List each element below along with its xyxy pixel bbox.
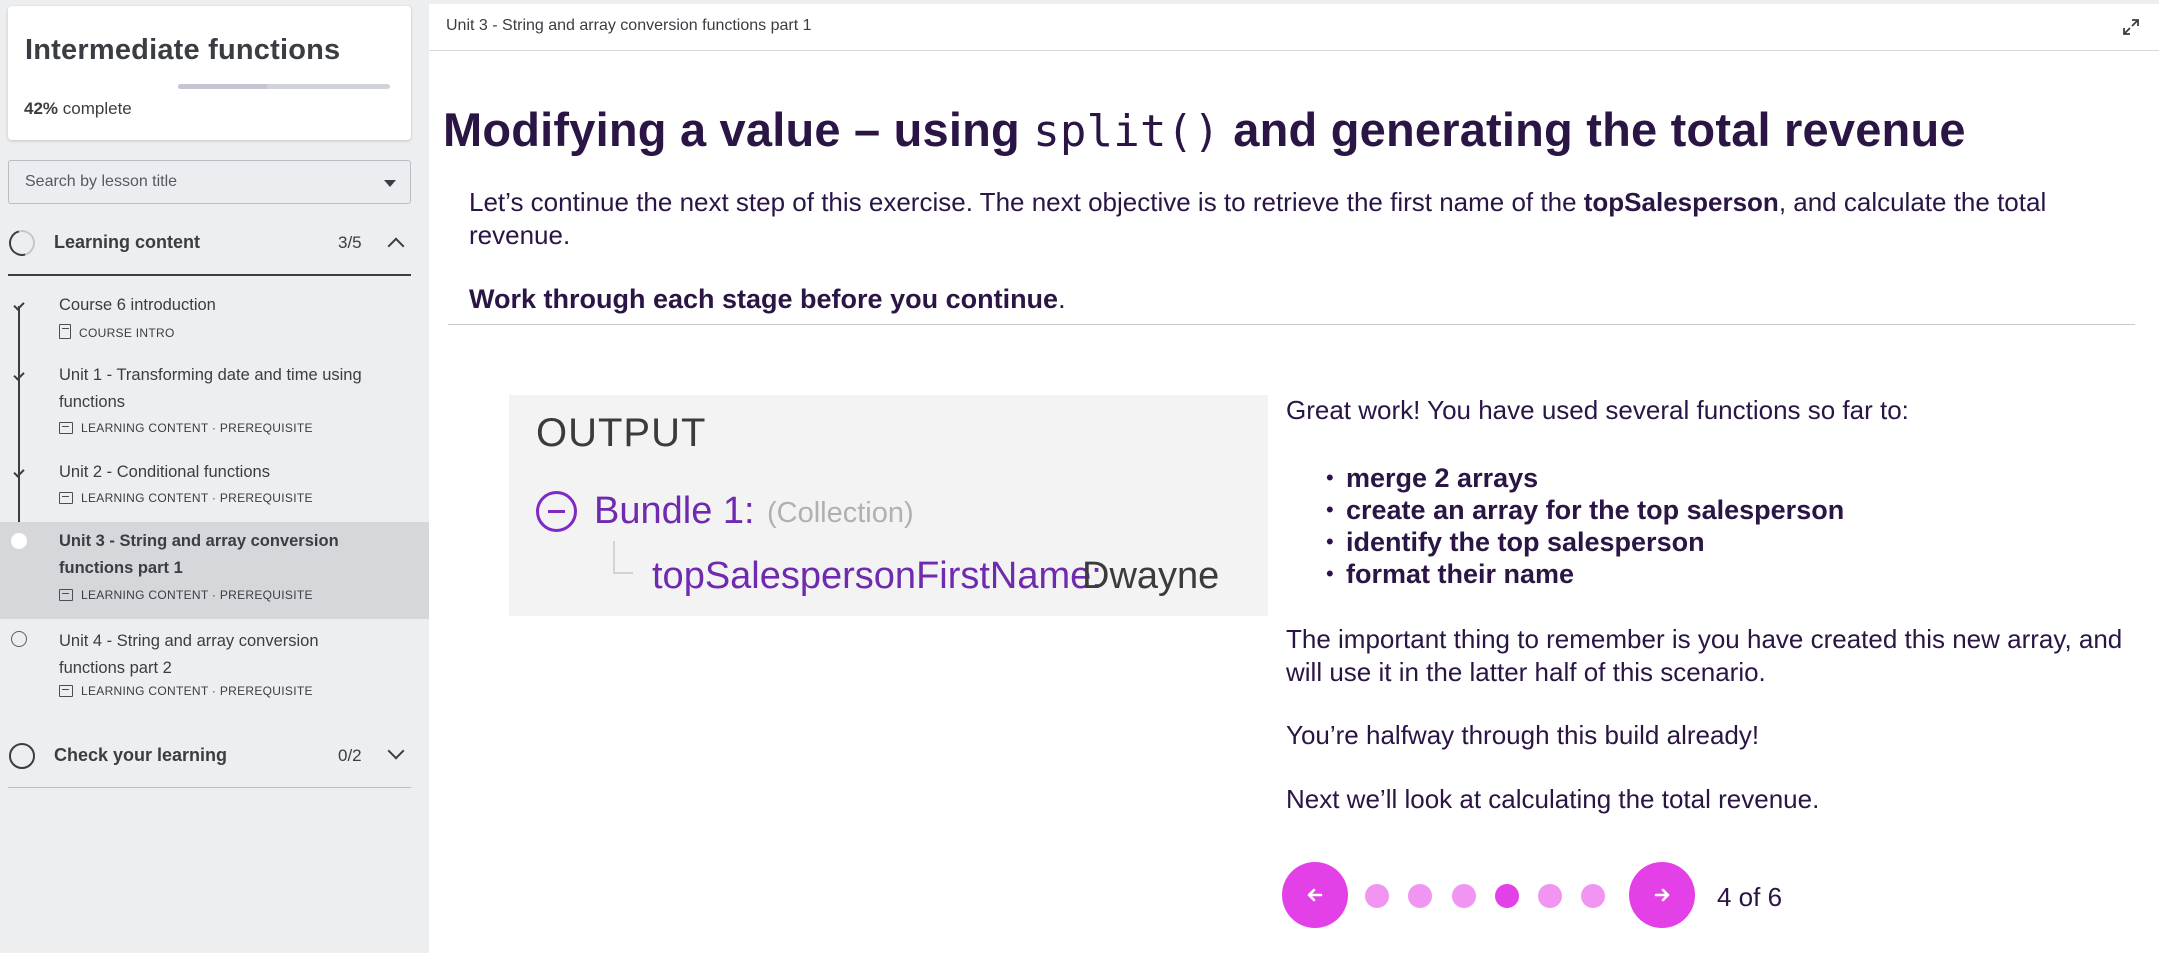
summary-intro-wrap: Great work! You have used several functi… [1286,394,2146,427]
output-label: OUTPUT [536,411,707,455]
intro-paragraph: Let’s continue the next step of this exe… [469,186,2139,252]
pager-count: 4 of 6 [1717,882,1783,912]
pager-dot-6[interactable] [1581,884,1605,908]
lesson-item-course-intro[interactable]: Course 6 introduction COURSE INTRO [0,292,429,348]
chevron-down-icon [387,742,405,760]
lesson-title: Unit 2 - Conditional functions [59,463,270,481]
important-paragraph: The important thing to remember is you h… [1286,624,2123,687]
list-item: format their name [1286,558,1844,590]
course-card: Intermediate functions 42% complete [8,6,411,140]
expand-icon[interactable] [2121,17,2141,37]
arrow-left-icon [1307,888,1323,902]
section-check-your-learning[interactable]: Check your learning 0/2 [0,731,411,783]
intro-pre: Let’s continue the next step of this exe… [469,187,1584,217]
list-item: create an array for the top salesperson [1286,494,1844,526]
section-label: Check your learning [54,745,228,765]
stage-note-text: Work through each stage before you conti… [469,284,1059,314]
page-title: Modifying a value – using split() and ge… [443,102,1966,157]
next-paragraph: Next we’ll look at calculating the total… [1286,784,1820,814]
slides-icon [59,422,73,434]
pager-dot-4[interactable] [1495,884,1519,908]
section-divider [8,787,411,788]
output-screenshot: OUTPUT Bundle 1: (Collection) topSalespe… [509,395,1268,616]
section-divider [8,274,411,276]
lesson-meta-text: LEARNING CONTENT · PREREQUISITE [81,684,313,698]
check-icon [11,465,27,481]
section-label: Learning content [54,232,201,252]
slides-icon [59,685,73,697]
check-icon [11,368,27,384]
halfway-paragraph: You’re halfway through this build alread… [1286,720,1760,750]
caret-down-icon [384,180,396,187]
output-field-label: topSalespersonFirstName: [652,555,1102,597]
output-field-value: Dwayne [1082,555,1220,597]
arrow-right-icon [1654,888,1670,902]
summary-intro: Great work! You have used several functi… [1286,395,1909,425]
lesson-meta: COURSE INTRO [59,324,175,340]
course-progress-fill [178,84,268,89]
slides-icon [59,492,73,504]
lesson-title: Unit 4 - String and array conversion fun… [59,632,319,677]
list-item: identify the top salesperson [1286,526,1844,558]
lesson-meta: LEARNING CONTENT · PREREQUISITE [59,421,313,435]
lesson-item-unit-1[interactable]: Unit 1 - Transforming date and time usin… [0,362,429,442]
lesson-meta-text: COURSE INTRO [79,326,175,340]
list-item: merge 2 arrays [1286,462,1844,494]
lesson-meta: LEARNING CONTENT · PREREQUISITE [59,684,313,698]
section-count: 3/5 [338,233,362,252]
lesson-content: Unit 3 - String and array conversion fun… [429,4,2159,953]
not-started-marker [11,631,27,647]
pager-dot-5[interactable] [1538,884,1562,908]
intro-bold: topSalesperson [1583,187,1779,217]
current-lesson-marker [11,533,27,549]
progress-percent: 42% [24,99,59,118]
unit-title: Unit 3 - String and array conversion fun… [446,17,812,34]
collapse-circle-icon [536,491,577,532]
slides-icon [59,589,73,601]
lesson-meta-text: LEARNING CONTENT · PREREQUISITE [81,421,313,435]
section-progress-icon [9,743,35,769]
tree-connector [613,541,633,574]
bundle-label: Bundle 1: [594,490,755,532]
check-icon [11,298,27,314]
page-title-post: and generating the total revenue [1220,103,1966,156]
page-title-code: split() [1033,106,1221,157]
lesson-topbar: Unit 3 - String and array conversion fun… [429,4,2159,51]
lesson-meta-text: LEARNING CONTENT · PREREQUISITE [81,588,313,602]
stage-note: Work through each stage before you conti… [469,284,1066,315]
lesson-item-unit-4[interactable]: Unit 4 - String and array conversion fun… [0,628,429,708]
pager-dot-2[interactable] [1408,884,1432,908]
content-divider [448,324,2135,325]
pager-dot-3[interactable] [1452,884,1476,908]
lesson-meta-text: LEARNING CONTENT · PREREQUISITE [81,491,313,505]
section-count: 0/2 [338,746,362,765]
lesson-title: Course 6 introduction [59,296,216,314]
lesson-search-select[interactable]: Search by lesson title [8,160,411,204]
course-progress-text: 42% complete [24,99,132,119]
course-title: Intermediate functions [25,34,341,66]
chevron-up-icon [387,237,405,255]
lesson-meta: LEARNING CONTENT · PREREQUISITE [59,491,313,505]
section-progress-icon [4,225,40,261]
lesson-item-unit-2[interactable]: Unit 2 - Conditional functions LEARNING … [0,459,429,515]
bundle-type: (Collection) [767,497,914,529]
lesson-item-unit-3[interactable]: Unit 3 - String and array conversion fun… [0,522,429,619]
previous-button[interactable] [1282,862,1348,928]
expand-icon-glyph [2123,19,2139,35]
page-title-pre: Modifying a value – using [443,103,1034,156]
progress-suffix: complete [62,99,132,118]
lesson-search-placeholder: Search by lesson title [25,173,178,190]
document-icon [59,324,71,339]
summary-list: merge 2 arrays create an array for the t… [1286,462,1844,590]
next-button[interactable] [1629,862,1695,928]
stage-note-end: . [1058,284,1066,314]
pager-dot-1[interactable] [1365,884,1389,908]
course-progress-bar [178,84,390,89]
sidebar: Intermediate functions 42% complete Sear… [0,0,429,953]
section-learning-content[interactable]: Learning content 3/5 [0,218,411,270]
lesson-title: Unit 1 - Transforming date and time usin… [59,366,362,411]
lesson-title: Unit 3 - String and array conversion fun… [59,532,339,577]
lesson-meta: LEARNING CONTENT · PREREQUISITE [59,588,313,602]
